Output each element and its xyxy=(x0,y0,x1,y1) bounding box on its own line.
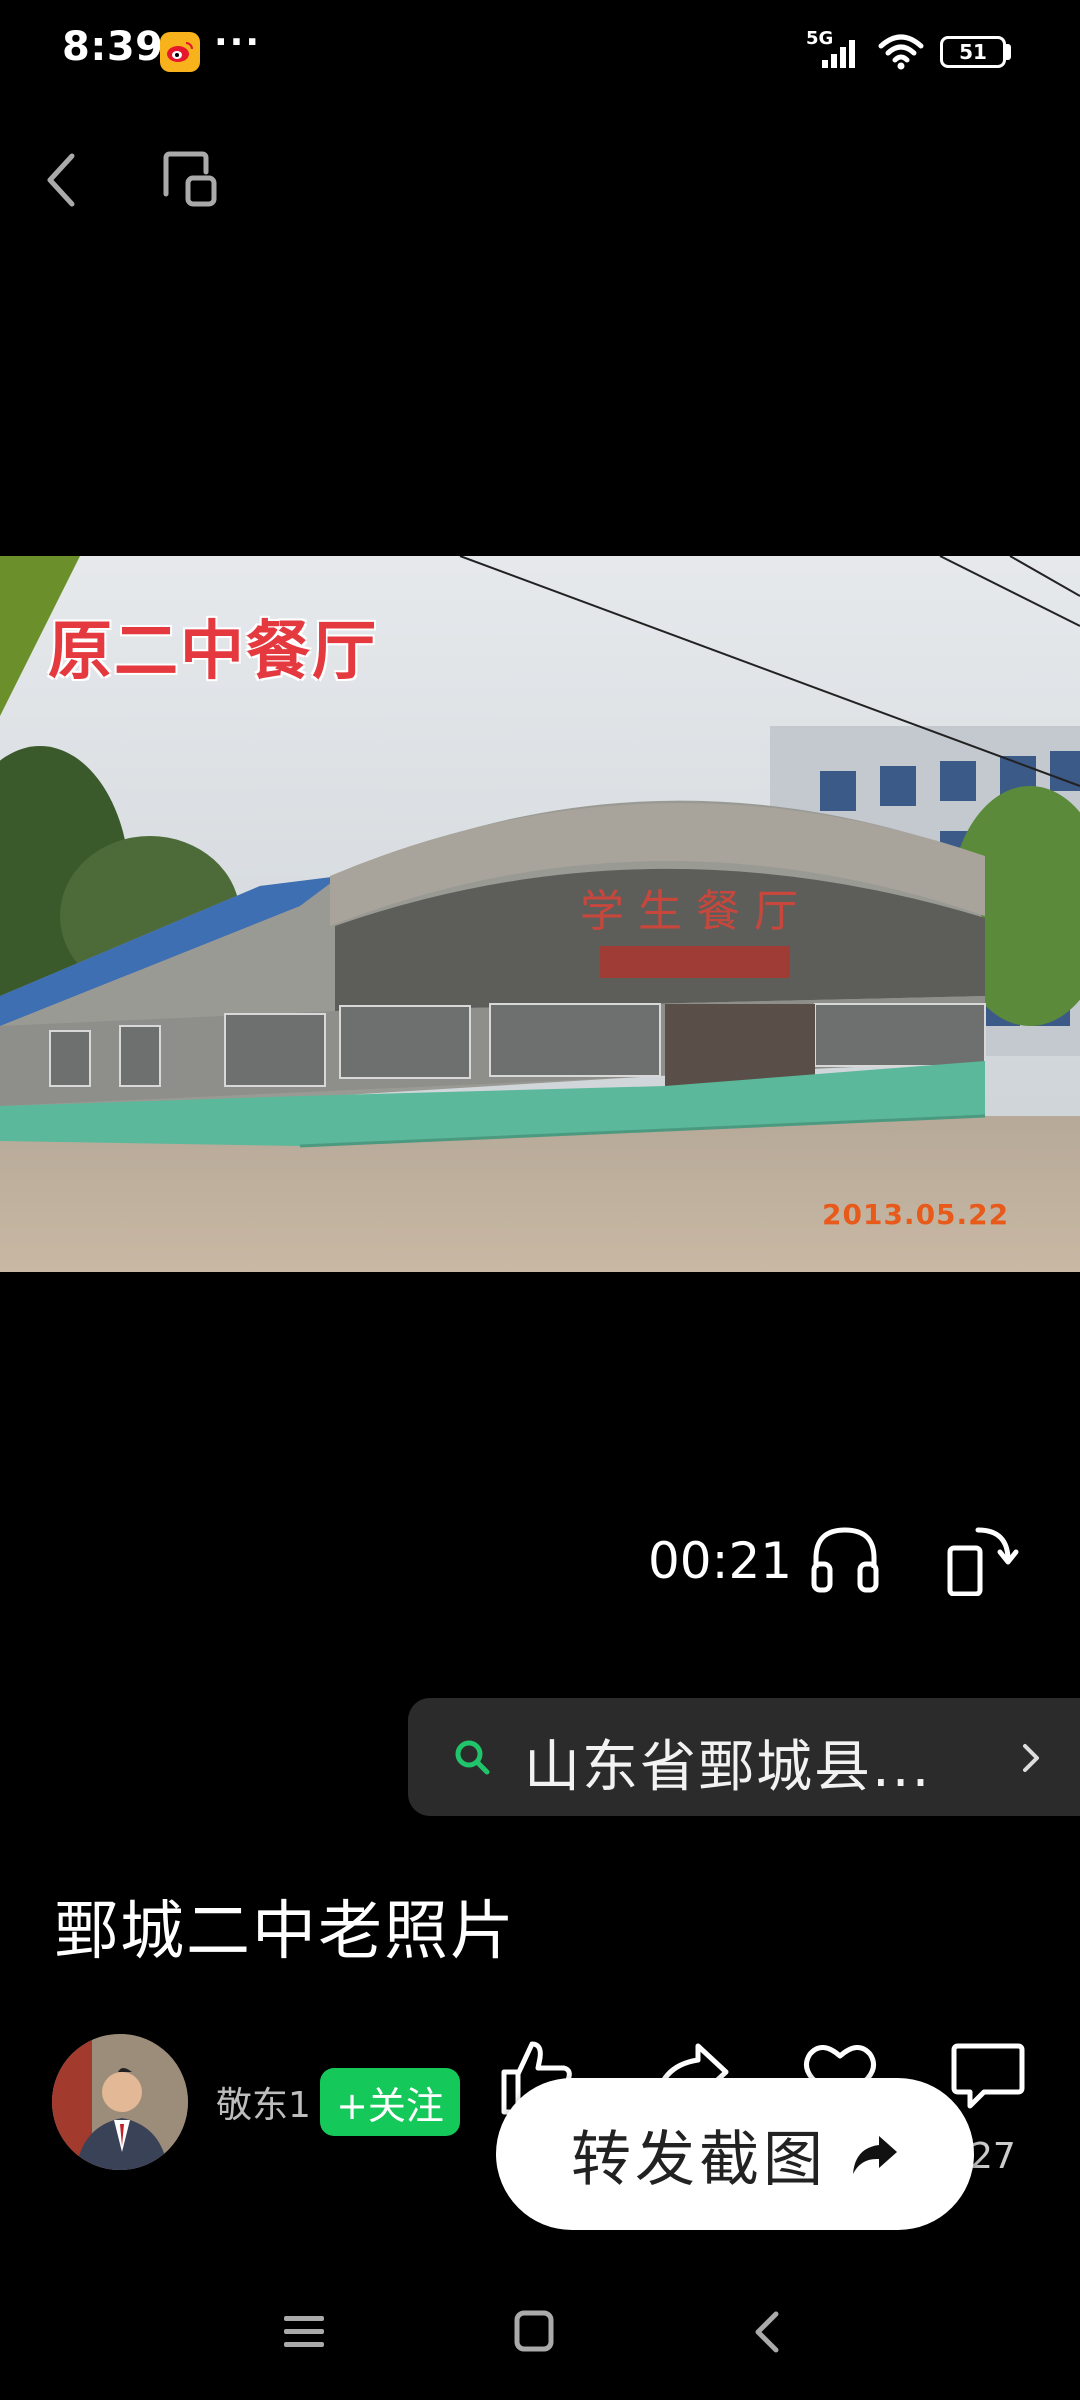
headphone-icon[interactable] xyxy=(808,1522,882,1594)
comment-icon[interactable] xyxy=(950,2040,1026,2112)
home-icon[interactable] xyxy=(514,2310,554,2352)
floating-window-icon[interactable] xyxy=(160,150,218,210)
author-name[interactable]: 敬东1 xyxy=(216,2076,312,2128)
search-icon xyxy=(455,1740,490,1775)
share-forward-icon xyxy=(853,2136,897,2174)
share-screenshot-label: 转发截图 xyxy=(571,2124,827,2195)
battery-tip xyxy=(1006,44,1011,60)
back-arrow-icon[interactable] xyxy=(40,150,84,210)
status-time: 8:39 xyxy=(62,24,164,70)
weibo-notification-icon xyxy=(160,32,200,72)
battery-level: 51 xyxy=(959,40,987,64)
wifi-icon xyxy=(878,34,924,70)
comment-count: 27 xyxy=(970,2136,1016,2177)
author-avatar[interactable] xyxy=(52,2034,188,2170)
search-query-text[interactable]: 山东省鄄城县... xyxy=(524,1722,931,1803)
chevron-right-icon xyxy=(1023,1744,1039,1772)
rotate-screen-icon[interactable] xyxy=(946,1522,1020,1596)
author-avatar-image xyxy=(52,2034,188,2170)
nav-back-icon[interactable] xyxy=(752,2310,782,2354)
playback-time: 00:21 xyxy=(648,1532,793,1590)
follow-button[interactable]: +关注 xyxy=(320,2068,460,2136)
battery-icon: 51 xyxy=(940,36,1006,68)
video-title: 鄄城二中老照片 xyxy=(54,1895,516,1969)
signal-strength-icon xyxy=(822,40,855,68)
status-more-dots: ··· xyxy=(214,22,262,63)
recent-apps-icon[interactable] xyxy=(282,2312,326,2352)
photo-caption: 原二中餐厅 xyxy=(48,615,378,689)
sign-text: 学 生 餐 厅 xyxy=(580,886,798,937)
share-screenshot-button[interactable]: 转发截图 xyxy=(496,2078,974,2230)
photo-date-stamp: 2013.05.22 xyxy=(822,1198,1010,1231)
